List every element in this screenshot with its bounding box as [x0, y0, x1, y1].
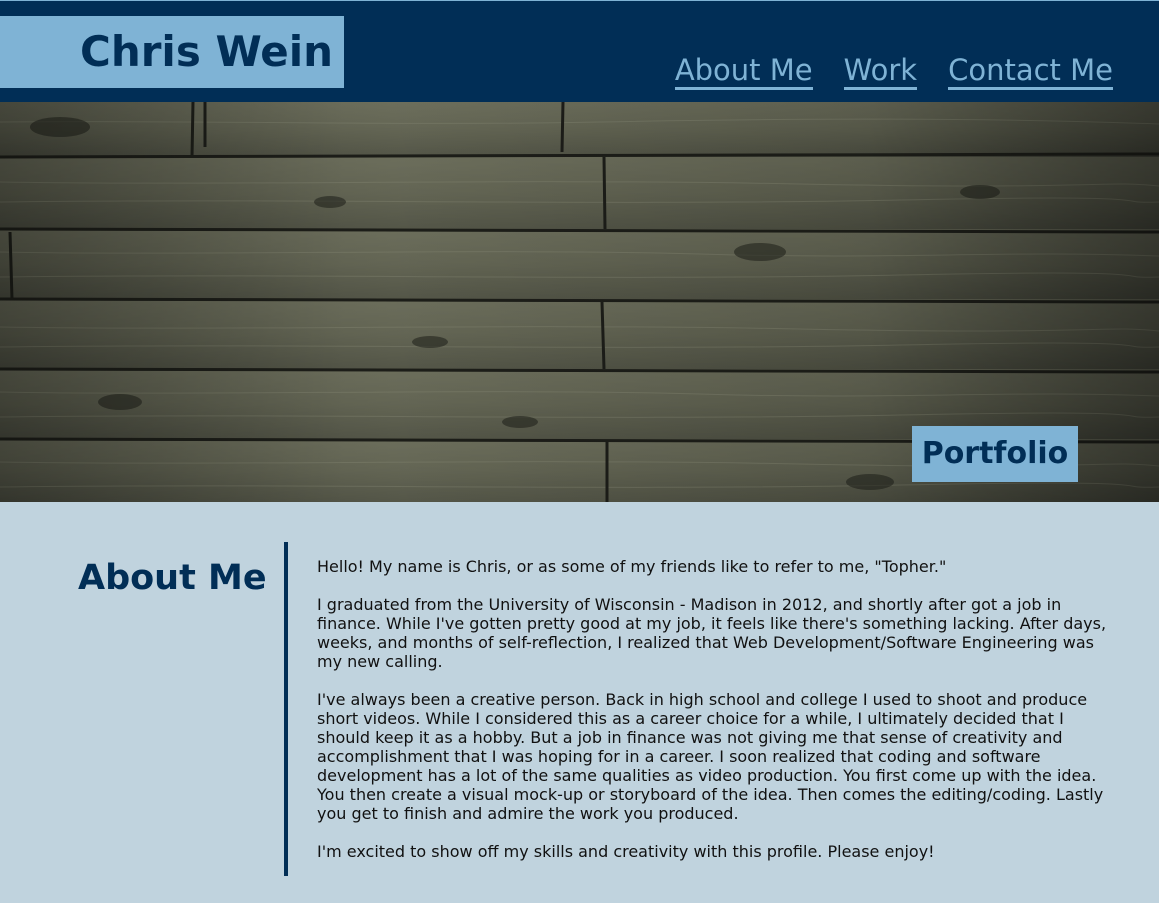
about-paragraph-4: I'm excited to show off my skills and cr…	[317, 842, 935, 861]
about-heading: About Me	[78, 558, 267, 598]
about-paragraph-1: Hello! My name is Chris, or as some of m…	[317, 557, 947, 576]
site-header: Chris Wein About Me Work Contact Me	[0, 0, 1159, 102]
section-divider	[284, 542, 288, 876]
main-nav: About Me Work Contact Me	[674, 53, 1113, 90]
nav-link-work[interactable]: Work	[843, 53, 918, 90]
hero-banner: Portfolio	[0, 102, 1159, 502]
about-paragraph-2: I graduated from the University of Wisco…	[317, 595, 1107, 671]
about-text: Hello! My name is Chris, or as some of m…	[317, 557, 1117, 880]
nav-link-about-me[interactable]: About Me	[674, 53, 813, 90]
nav-link-contact-me[interactable]: Contact Me	[948, 53, 1113, 90]
site-title[interactable]: Chris Wein	[0, 16, 344, 88]
about-section: About Me Hello! My name is Chris, or as …	[0, 502, 1159, 903]
portfolio-badge: Portfolio	[912, 426, 1078, 482]
about-paragraph-3: I've always been a creative person. Back…	[317, 690, 1104, 823]
